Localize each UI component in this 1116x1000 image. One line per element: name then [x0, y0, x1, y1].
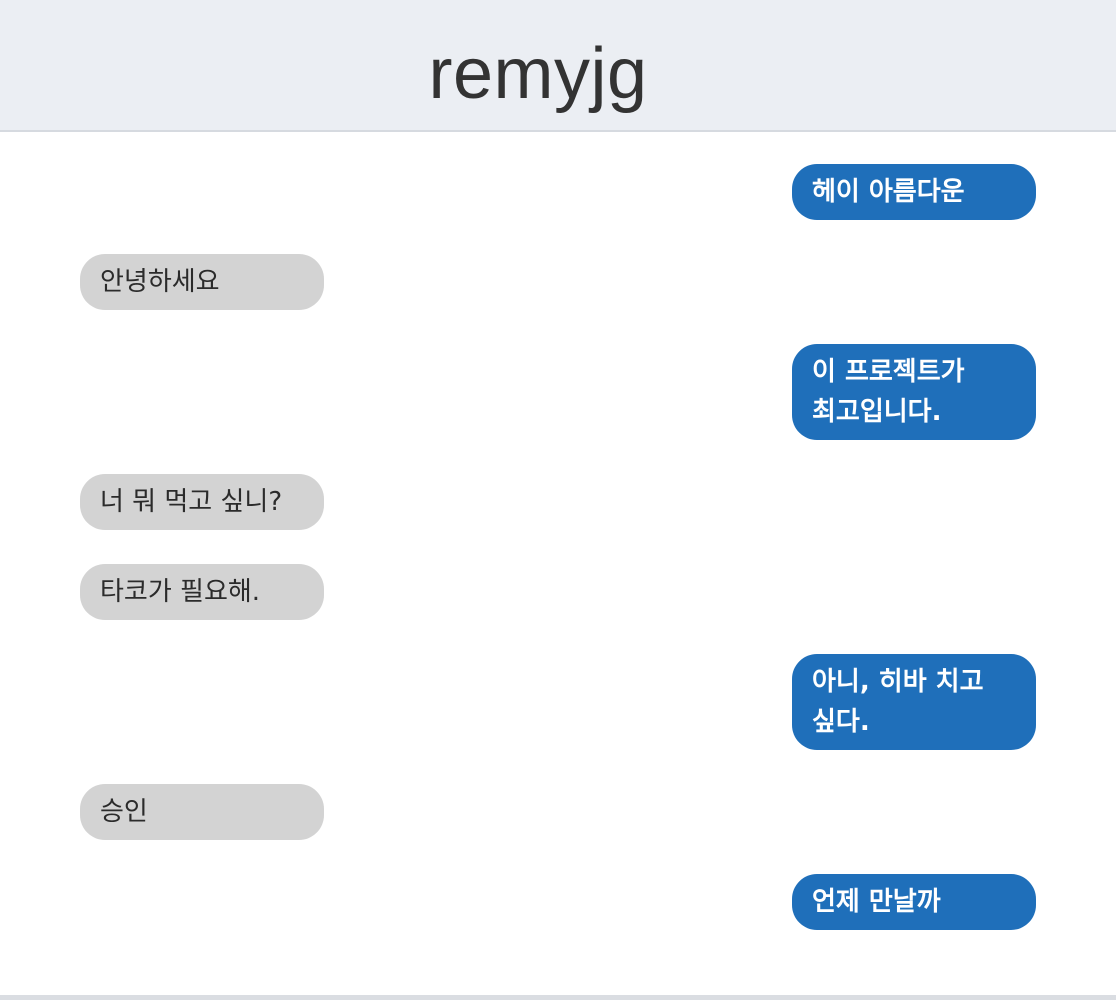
message-list[interactable]: 헤이 아름다운 안녕하세요 이 프로젝트가 최고입니다. 너 뭐 먹고 싶니? … — [0, 132, 1116, 996]
message-bubble-received: 승인 — [80, 784, 324, 840]
message-bubble-sent: 언제 만날까 — [792, 874, 1036, 930]
message-bubble-sent: 아니, 히바 치고 싶다. — [792, 654, 1036, 750]
bottom-divider — [0, 995, 1116, 1000]
chat-header: remyjg — [0, 0, 1116, 132]
message-bubble-received: 너 뭐 먹고 싶니? — [80, 474, 324, 530]
message-bubble-received: 타코가 필요해. — [80, 564, 324, 620]
message-bubble-received: 안녕하세요 — [80, 254, 324, 310]
message-bubble-sent: 이 프로젝트가 최고입니다. — [792, 344, 1036, 440]
message-bubble-sent: 헤이 아름다운 — [792, 164, 1036, 220]
contact-name: remyjg — [428, 34, 648, 114]
